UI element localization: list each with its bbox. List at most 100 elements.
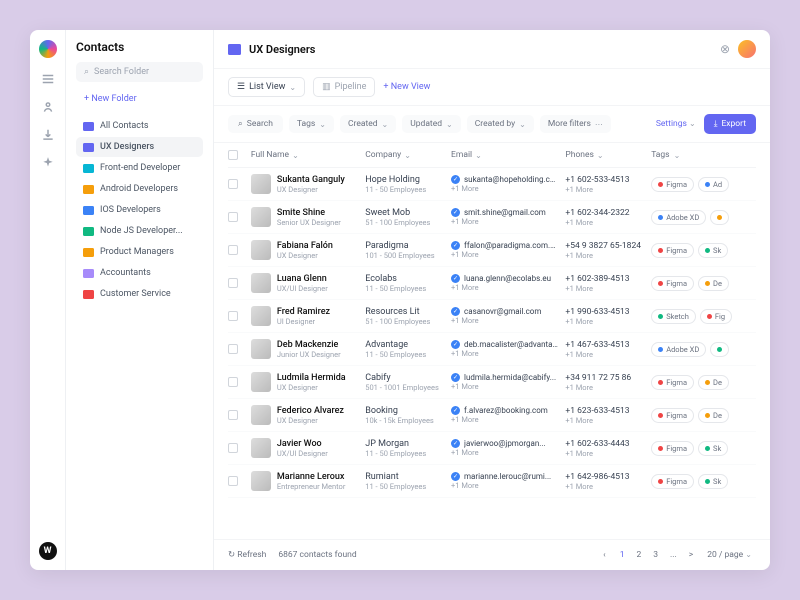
- page-number[interactable]: 3: [649, 548, 662, 562]
- email-text: deb.macalister@advantage...: [464, 340, 559, 349]
- company-size: 11 - 50 Employees: [365, 449, 451, 458]
- page-number[interactable]: 2: [632, 548, 645, 562]
- workspace-badge[interactable]: W: [39, 542, 57, 560]
- folder-item[interactable]: Android Developers: [76, 179, 203, 199]
- row-checkbox[interactable]: [228, 377, 238, 387]
- list-view-button[interactable]: ☰List View⌄: [228, 77, 305, 97]
- folder-label: Front-end Developer: [100, 163, 180, 173]
- search-folder-input[interactable]: ⌕ Search Folder: [76, 62, 203, 82]
- contact-name: Federico Alvarez: [277, 406, 344, 416]
- contact-role: UX Designer: [277, 383, 346, 392]
- contact-name: Ludmila Hermida: [277, 373, 346, 383]
- row-checkbox[interactable]: [228, 476, 238, 486]
- users-icon[interactable]: [41, 100, 55, 114]
- table-row[interactable]: Javier WooUX/UI Designer JP Morgan11 - 5…: [228, 432, 756, 465]
- row-checkbox[interactable]: [228, 410, 238, 420]
- sparkle-icon[interactable]: [41, 156, 55, 170]
- email-more: +1 More: [451, 448, 565, 457]
- company-name: Paradigma: [365, 241, 451, 251]
- contact-avatar: [251, 405, 271, 425]
- verified-icon: ✓: [451, 175, 460, 184]
- table-row[interactable]: Fred RamirezUI Designer Resources Lit51 …: [228, 300, 756, 333]
- per-page-select[interactable]: 20 / page ⌄: [703, 548, 756, 562]
- company-name: Advantage: [365, 340, 451, 350]
- page-number[interactable]: 1: [616, 548, 629, 562]
- settings-link[interactable]: Settings ⌄: [656, 119, 696, 129]
- row-checkbox[interactable]: [228, 344, 238, 354]
- export-button[interactable]: ⤓Export: [704, 114, 756, 134]
- contact-role: UX/UI Designer: [277, 284, 328, 293]
- folder-item[interactable]: All Contacts: [76, 116, 203, 136]
- verified-icon: ✓: [451, 208, 460, 217]
- contact-role: UX/UI Designer: [277, 449, 328, 458]
- menu-icon[interactable]: [41, 72, 55, 86]
- row-checkbox[interactable]: [228, 245, 238, 255]
- table-row[interactable]: Deb MackenzieJunior UX Designer Advantag…: [228, 333, 756, 366]
- filter-chip[interactable]: Created⌄: [340, 115, 396, 133]
- folder-icon: [228, 44, 241, 55]
- download-icon[interactable]: [41, 128, 55, 142]
- table-row[interactable]: Federico AlvarezUX Designer Booking10k -…: [228, 399, 756, 432]
- table-row[interactable]: Luana GlennUX/UI Designer Ecolabs11 - 50…: [228, 267, 756, 300]
- folder-item[interactable]: Node JS Developer...: [76, 221, 203, 241]
- email-more: +1 More: [451, 481, 565, 490]
- col-fullname[interactable]: Full Name⌄: [251, 150, 365, 160]
- row-checkbox[interactable]: [228, 212, 238, 222]
- new-view-button[interactable]: + New View: [383, 82, 430, 92]
- filter-chip[interactable]: Created by⌄: [467, 115, 534, 133]
- table-row[interactable]: Marianne LerouxEntrepreneur Mentor Rumia…: [228, 465, 756, 498]
- table-row[interactable]: Sukanta GangulyUX Designer Hope Holding1…: [228, 168, 756, 201]
- contact-name: Marianne Leroux: [277, 472, 346, 482]
- refresh-button[interactable]: ↻ Refresh: [228, 550, 266, 560]
- select-all-checkbox[interactable]: [228, 150, 238, 160]
- email-text: ludmila.hermida@cabify...: [464, 373, 556, 382]
- email-more: +1 More: [451, 382, 565, 391]
- table-row[interactable]: Fabiana FalónUX Designer Paradigma101 - …: [228, 234, 756, 267]
- page-prev[interactable]: ‹: [599, 548, 610, 562]
- col-phones[interactable]: Phones⌄: [565, 150, 651, 160]
- company-size: 11 - 50 Employees: [365, 482, 451, 491]
- col-tags[interactable]: Tags⌄: [651, 150, 756, 160]
- folder-icon: [83, 248, 94, 257]
- folder-item[interactable]: Product Managers: [76, 242, 203, 262]
- page-number[interactable]: >: [685, 548, 697, 562]
- verified-icon: ✓: [451, 307, 460, 316]
- folder-label: UX Designers: [100, 142, 154, 152]
- col-company[interactable]: Company⌄: [365, 150, 451, 160]
- pipeline-view-button[interactable]: ▥Pipeline: [313, 77, 375, 97]
- table-row[interactable]: Ludmila HermidaUX Designer Cabify501 - 1…: [228, 366, 756, 399]
- help-icon[interactable]: ⊗: [720, 42, 730, 56]
- row-checkbox[interactable]: [228, 278, 238, 288]
- col-email[interactable]: Email⌄: [451, 150, 565, 160]
- phone-text: +1 642-986-4513: [565, 472, 651, 482]
- row-checkbox[interactable]: [228, 179, 238, 189]
- table-row[interactable]: Smite ShineSenior UX Designer Sweet Mob5…: [228, 201, 756, 234]
- filter-chip[interactable]: More filters⋯: [540, 115, 611, 133]
- company-size: 11 - 50 Employees: [365, 185, 451, 194]
- user-avatar[interactable]: [738, 40, 756, 58]
- contact-role: UX Designer: [277, 416, 344, 425]
- tag-chip: Fig: [700, 309, 732, 324]
- filter-chip[interactable]: Tags⌄: [289, 115, 334, 133]
- contact-avatar: [251, 174, 271, 194]
- search-input[interactable]: ⌕Search: [228, 115, 283, 133]
- tag-chip: De: [698, 375, 729, 390]
- page-number[interactable]: ...: [666, 548, 681, 562]
- folder-icon: [83, 143, 94, 152]
- row-checkbox[interactable]: [228, 311, 238, 321]
- phone-text: +1 990-633-4513: [565, 307, 651, 317]
- folder-item[interactable]: IOS Developers: [76, 200, 203, 220]
- folder-icon: [83, 227, 94, 236]
- new-folder-button[interactable]: + New Folder: [76, 90, 203, 108]
- folder-item[interactable]: Customer Service: [76, 284, 203, 304]
- phone-more: +1 More: [565, 185, 651, 194]
- folder-item[interactable]: Accountants: [76, 263, 203, 283]
- tag-chip: De: [698, 276, 729, 291]
- folder-item[interactable]: UX Designers: [76, 137, 203, 157]
- filter-chip[interactable]: Updated⌄: [402, 115, 461, 133]
- phone-more: +1 More: [565, 350, 651, 359]
- folder-item[interactable]: Front-end Developer: [76, 158, 203, 178]
- contact-avatar: [251, 207, 271, 227]
- contact-name: Luana Glenn: [277, 274, 328, 284]
- row-checkbox[interactable]: [228, 443, 238, 453]
